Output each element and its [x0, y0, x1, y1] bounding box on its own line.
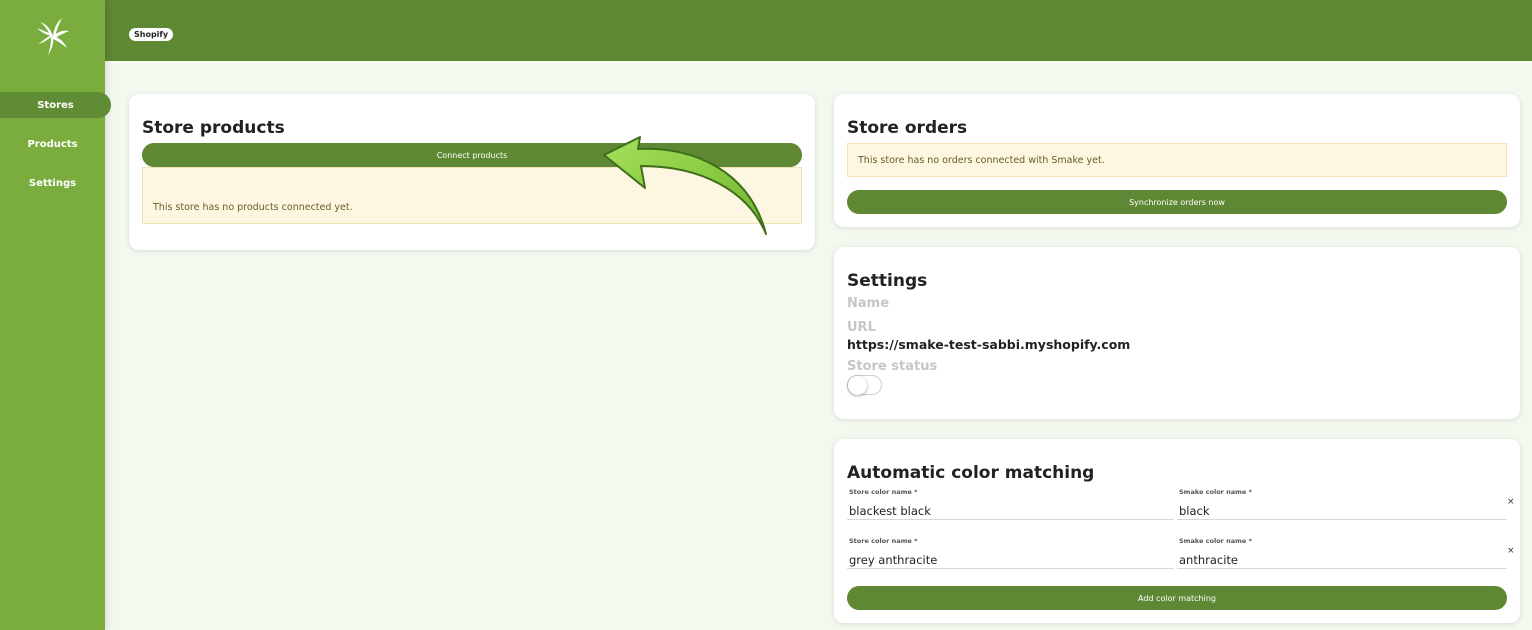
sidebar-item-products[interactable]: Products: [0, 131, 105, 157]
store-products-card: Store products Connect products This sto…: [129, 94, 815, 250]
smake-color-label: Smake color name *: [1179, 488, 1252, 496]
no-orders-notice: This store has no orders connected with …: [847, 143, 1507, 177]
color-matching-title: Automatic color matching: [847, 463, 1095, 483]
smake-color-input[interactable]: [1177, 502, 1507, 520]
remove-row-icon[interactable]: ×: [1507, 497, 1515, 507]
store-orders-title: Store orders: [847, 118, 968, 138]
sidebar-item-settings[interactable]: Settings: [0, 170, 105, 196]
remove-row-icon[interactable]: ×: [1507, 546, 1515, 556]
synchronize-orders-button[interactable]: Synchronize orders now: [847, 190, 1507, 214]
store-status-toggle[interactable]: [847, 375, 882, 395]
sidebar: Stores Products Settings: [0, 0, 111, 630]
store-products-title: Store products: [142, 118, 285, 138]
no-products-notice: This store has no products connected yet…: [142, 167, 802, 224]
settings-title: Settings: [847, 271, 928, 291]
store-color-input[interactable]: [847, 551, 1174, 569]
connect-products-button[interactable]: Connect products: [142, 143, 802, 167]
store-orders-card: Store orders This store has no orders co…: [834, 94, 1520, 227]
store-status-label: Store status: [847, 359, 938, 374]
url-value: https://smake-test-sabbi.myshopify.com: [847, 337, 1131, 352]
store-color-input[interactable]: [847, 502, 1174, 520]
top-header: Shopify: [105, 0, 1532, 61]
sidebar-item-stores[interactable]: Stores: [0, 92, 111, 118]
store-color-label: Store color name *: [849, 537, 918, 545]
color-matching-card: Automatic color matching Store color nam…: [834, 439, 1520, 623]
smake-color-label: Smake color name *: [1179, 537, 1252, 545]
sidebar-item-label: Stores: [37, 99, 74, 111]
smake-color-input[interactable]: [1177, 551, 1507, 569]
add-color-matching-button[interactable]: Add color matching: [847, 586, 1507, 610]
spiral-logo-icon[interactable]: [36, 16, 70, 56]
sidebar-item-label: Settings: [28, 177, 77, 189]
url-label: URL: [847, 320, 876, 335]
sidebar-item-label: Products: [27, 138, 78, 150]
name-label: Name: [847, 296, 890, 311]
store-platform-badge: Shopify: [129, 28, 174, 41]
toggle-knob: [848, 376, 867, 395]
settings-card: Settings Name URL https://smake-test-sab…: [834, 247, 1520, 419]
store-color-label: Store color name *: [849, 488, 918, 496]
